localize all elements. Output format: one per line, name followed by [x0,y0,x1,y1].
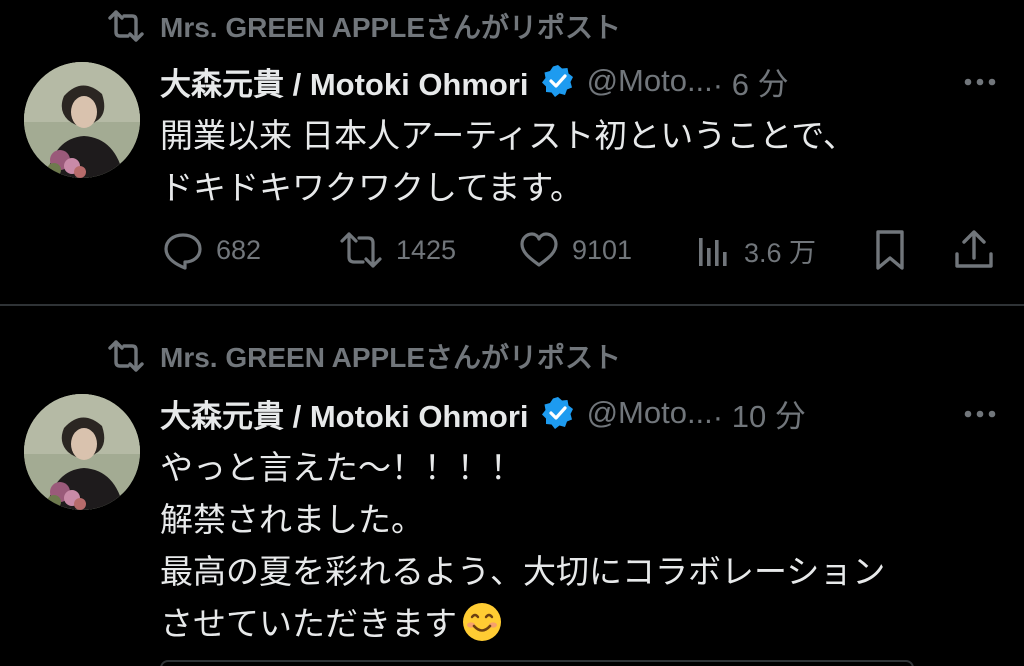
more-icon[interactable] [958,394,1002,434]
like-icon [520,232,558,267]
like-count: 9101 [572,234,633,265]
reply-count: 682 [216,234,262,265]
user-handle[interactable]: @Moto... [587,63,713,99]
bookmark-icon[interactable] [870,228,910,272]
tweet-header: 大森元貴 / Motoki Ohmori @Moto... · 6 分 [160,56,789,106]
avatar[interactable] [24,62,140,178]
views-icon [699,238,727,266]
more-icon[interactable] [958,62,1002,102]
tweet-header: 大森元貴 / Motoki Ohmori @Moto... · 10 分 [160,388,806,438]
verified-badge-icon[interactable] [541,64,575,98]
tweet[interactable]: Mrs. GREEN APPLEさんがリポスト 大森元貴 / Motoki Oh… [0,0,1024,304]
view-count: 3.6 万 [744,237,817,268]
tweet-text-line: 解禁されました。 [160,501,424,538]
repost-icon [108,340,144,372]
tweet-text: 開業以来 日本人アーティスト初ということで、 ドキドキワクワクしてます。 [160,110,856,214]
repost-label: Mrs. GREEN APPLEさんがリポスト [160,12,622,43]
timeline-feed: Mrs. GREEN APPLEさんがリポスト 大森元貴 / Motoki Oh… [0,0,1024,666]
smiling-face-emoji [463,603,501,641]
reply-button[interactable]: 682 [162,222,261,278]
verified-badge-icon[interactable] [541,396,575,430]
repost-count: 1425 [396,234,457,265]
tweet-text-line: ドキドキワクワクしてます。 [160,169,584,206]
share-icon[interactable] [952,228,996,272]
tweet-text-line: やっと言えた〜！！！！ [160,449,523,486]
quoted-card-edge [160,660,914,666]
repost-icon [340,232,382,268]
reply-icon [164,233,202,270]
avatar-image [24,62,140,178]
tweet-text: やっと言えた〜！！！！ 解禁されました。 最高の夏を彩れるよう、大切にコラボレー… [160,442,885,650]
repost-button[interactable]: 1425 [338,222,456,278]
timestamp[interactable]: · 6 分 [713,59,789,104]
repost-label: Mrs. GREEN APPLEさんがリポスト [160,342,622,373]
tweet-text-line: させていただきます [160,605,457,642]
repost-icon [108,10,144,42]
tweet-text-line-with-emoji: させていただきます [160,598,885,650]
avatar-image [24,394,140,510]
repost-indicator[interactable]: Mrs. GREEN APPLEさんがリポスト [106,336,621,376]
timestamp[interactable]: · 10 分 [713,391,806,436]
user-handle[interactable]: @Moto... [587,395,713,431]
like-button[interactable]: 9101 [518,222,632,278]
tweet[interactable]: Mrs. GREEN APPLEさんがリポスト 大森元貴 / Motoki Oh… [0,306,1024,666]
tweet-text-line: 最高の夏を彩れるよう、大切にコラボレーション [160,553,886,590]
views-button[interactable]: 3.6 万 [694,222,816,278]
repost-indicator[interactable]: Mrs. GREEN APPLEさんがリポスト [106,6,621,46]
tweet-text-line: 開業以来 日本人アーティスト初ということで、 [160,117,856,154]
display-name[interactable]: 大森元貴 / Motoki Ohmori [160,391,529,436]
tweet-actions: 682 1425 9101 3.6 万 [0,222,1024,278]
avatar[interactable] [24,394,140,510]
display-name[interactable]: 大森元貴 / Motoki Ohmori [160,59,529,104]
